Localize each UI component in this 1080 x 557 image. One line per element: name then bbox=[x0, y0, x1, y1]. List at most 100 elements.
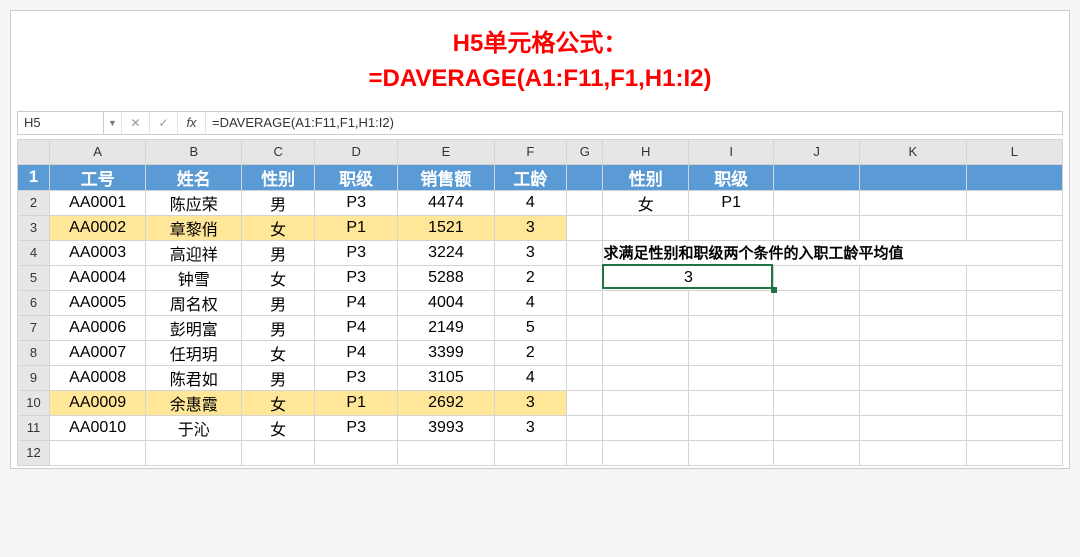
cell-level[interactable]: P4 bbox=[315, 340, 398, 365]
cell-blank[interactable] bbox=[688, 440, 773, 465]
cell-years[interactable]: 3 bbox=[494, 390, 567, 415]
cell-name[interactable]: 余惠霞 bbox=[146, 390, 242, 415]
cell-blank[interactable] bbox=[603, 390, 688, 415]
col-header-F[interactable]: F bbox=[494, 139, 567, 164]
enter-formula-icon[interactable]: ✓ bbox=[150, 112, 178, 134]
cell-id[interactable]: AA0002 bbox=[50, 215, 146, 240]
row-header-8[interactable]: 8 bbox=[18, 340, 50, 365]
cell-blank[interactable] bbox=[567, 440, 603, 465]
cell-level[interactable]: P3 bbox=[315, 365, 398, 390]
cell-id[interactable]: AA0001 bbox=[50, 190, 146, 215]
cell-sales[interactable]: 3105 bbox=[398, 365, 494, 390]
formula-input[interactable]: =DAVERAGE(A1:F11,F1,H1:I2) bbox=[206, 112, 1062, 134]
select-all-corner[interactable] bbox=[18, 139, 50, 164]
cell-blank[interactable] bbox=[398, 440, 494, 465]
cell-id[interactable]: AA0006 bbox=[50, 315, 146, 340]
cell-G1[interactable] bbox=[567, 164, 603, 190]
cell-gender[interactable]: 女 bbox=[242, 215, 315, 240]
cell-G9[interactable] bbox=[567, 365, 603, 390]
result-cell[interactable]: 3 bbox=[603, 265, 774, 290]
cell-blank[interactable] bbox=[859, 215, 966, 240]
cell-blank[interactable] bbox=[859, 290, 966, 315]
cell-G8[interactable] bbox=[567, 340, 603, 365]
cell-blank[interactable] bbox=[774, 190, 859, 215]
cell-name[interactable]: 高迎祥 bbox=[146, 240, 242, 265]
row-header-1[interactable]: 1 bbox=[18, 164, 50, 190]
cell-years[interactable]: 4 bbox=[494, 365, 567, 390]
cell-name[interactable]: 陈应荣 bbox=[146, 190, 242, 215]
cell-blank[interactable] bbox=[966, 290, 1062, 315]
name-box-dropdown-icon[interactable]: ▼ bbox=[104, 112, 122, 134]
cell-years[interactable]: 4 bbox=[494, 290, 567, 315]
cell-blank[interactable] bbox=[859, 415, 966, 440]
cancel-formula-icon[interactable]: ✕ bbox=[122, 112, 150, 134]
cell-sales[interactable]: 2149 bbox=[398, 315, 494, 340]
cell-blank[interactable] bbox=[774, 440, 859, 465]
cell-gender[interactable]: 男 bbox=[242, 365, 315, 390]
cell-blank[interactable] bbox=[774, 215, 859, 240]
cell-blank[interactable] bbox=[966, 390, 1062, 415]
cell-id[interactable]: AA0003 bbox=[50, 240, 146, 265]
cell-blank[interactable] bbox=[966, 265, 1062, 290]
row-header-12[interactable]: 12 bbox=[18, 440, 50, 465]
col-header-D[interactable]: D bbox=[315, 139, 398, 164]
cell-blank[interactable] bbox=[774, 390, 859, 415]
fx-icon[interactable]: fx bbox=[178, 112, 206, 134]
cell-blank[interactable] bbox=[859, 190, 966, 215]
cell-gender[interactable]: 男 bbox=[242, 240, 315, 265]
cell-level[interactable]: P3 bbox=[315, 240, 398, 265]
cell-blank[interactable] bbox=[859, 365, 966, 390]
col-header-H[interactable]: H bbox=[603, 139, 688, 164]
cell-name[interactable]: 周名权 bbox=[146, 290, 242, 315]
cell-gender[interactable]: 男 bbox=[242, 190, 315, 215]
cell-gender[interactable]: 男 bbox=[242, 290, 315, 315]
cell-blank[interactable] bbox=[774, 340, 859, 365]
cell-blank[interactable] bbox=[688, 215, 773, 240]
cell-G10[interactable] bbox=[567, 390, 603, 415]
cell-blank[interactable] bbox=[50, 440, 146, 465]
row-header-4[interactable]: 4 bbox=[18, 240, 50, 265]
cell-blank[interactable] bbox=[859, 265, 966, 290]
col-header-G[interactable]: G bbox=[567, 139, 603, 164]
cell-blank[interactable] bbox=[774, 265, 859, 290]
name-box[interactable]: H5 bbox=[18, 112, 104, 134]
cell-level[interactable]: P1 bbox=[315, 390, 398, 415]
cell-level[interactable]: P4 bbox=[315, 290, 398, 315]
cell-sales[interactable]: 3224 bbox=[398, 240, 494, 265]
cell-blank[interactable] bbox=[966, 340, 1062, 365]
row-header-3[interactable]: 3 bbox=[18, 215, 50, 240]
cell-id[interactable]: AA0007 bbox=[50, 340, 146, 365]
cell-blank[interactable] bbox=[859, 315, 966, 340]
cell-blank[interactable] bbox=[603, 340, 688, 365]
cell-blank[interactable] bbox=[603, 215, 688, 240]
cell-blank[interactable] bbox=[315, 440, 398, 465]
cell-id[interactable]: AA0005 bbox=[50, 290, 146, 315]
cell-blank[interactable] bbox=[859, 340, 966, 365]
cell-name[interactable]: 陈君如 bbox=[146, 365, 242, 390]
criteria-value-level[interactable]: P1 bbox=[688, 190, 773, 215]
cell-blank[interactable] bbox=[688, 340, 773, 365]
cell-years[interactable]: 2 bbox=[494, 265, 567, 290]
cell-gender[interactable]: 女 bbox=[242, 390, 315, 415]
row-header-9[interactable]: 9 bbox=[18, 365, 50, 390]
row-header-2[interactable]: 2 bbox=[18, 190, 50, 215]
row-header-7[interactable]: 7 bbox=[18, 315, 50, 340]
cell-name[interactable]: 彭明富 bbox=[146, 315, 242, 340]
cell-level[interactable]: P3 bbox=[315, 265, 398, 290]
cell-blank[interactable] bbox=[688, 415, 773, 440]
cell-blank[interactable] bbox=[966, 190, 1062, 215]
cell-sales[interactable]: 3399 bbox=[398, 340, 494, 365]
cell-blank[interactable] bbox=[146, 440, 242, 465]
cell-blank[interactable] bbox=[966, 315, 1062, 340]
row-header-5[interactable]: 5 bbox=[18, 265, 50, 290]
cell-sales[interactable]: 1521 bbox=[398, 215, 494, 240]
cell-G2[interactable] bbox=[567, 190, 603, 215]
cell-sales[interactable]: 5288 bbox=[398, 265, 494, 290]
cell-G3[interactable] bbox=[567, 215, 603, 240]
cell-sales[interactable]: 3993 bbox=[398, 415, 494, 440]
col-header-C[interactable]: C bbox=[242, 139, 315, 164]
row-header-10[interactable]: 10 bbox=[18, 390, 50, 415]
cell-blank[interactable] bbox=[242, 440, 315, 465]
col-header-J[interactable]: J bbox=[774, 139, 859, 164]
cell-blank[interactable] bbox=[603, 415, 688, 440]
